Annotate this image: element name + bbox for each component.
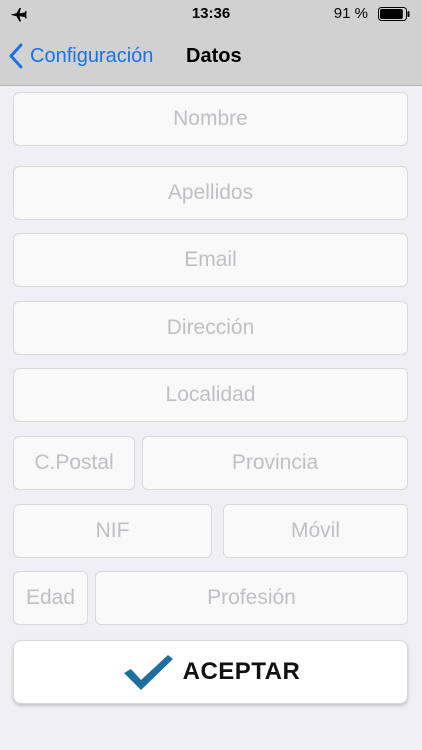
email-field-container [13,233,408,287]
chevron-left-icon [9,43,23,69]
back-button-label: Configuración [30,44,154,67]
checkmark-icon [123,655,173,690]
direccion-field-container [13,301,408,355]
status-bar: 13:36 91 % [0,0,422,28]
edad-field[interactable] [14,572,87,624]
movil-field[interactable] [224,505,407,557]
battery-percentage: 91 % [333,5,368,22]
nif-field-container [13,504,212,558]
profesion-field[interactable] [96,572,407,624]
back-button[interactable]: Configuración [8,38,153,74]
navigation-bar: Configuración Datos [0,28,422,86]
cpostal-field-container [13,436,135,490]
profesion-field-container [95,571,408,625]
movil-field-container [223,504,408,558]
nombre-field[interactable] [14,93,407,145]
nombre-field-container [13,92,408,146]
provincia-field-container [142,436,408,490]
email-field[interactable] [14,234,407,286]
apellidos-field-container [13,166,408,220]
edad-field-container [13,571,88,625]
page-title: Datos [186,44,242,67]
cpostal-field[interactable] [14,437,134,489]
provincia-field[interactable] [143,437,407,489]
battery-icon [378,7,410,21]
apellidos-field[interactable] [14,167,407,219]
localidad-field-container [13,368,408,422]
accept-button-label: ACEPTAR [182,658,301,685]
accept-button[interactable]: ACEPTAR [13,640,408,704]
localidad-field[interactable] [14,369,407,421]
nif-field[interactable] [14,505,211,557]
direccion-field[interactable] [14,302,407,354]
